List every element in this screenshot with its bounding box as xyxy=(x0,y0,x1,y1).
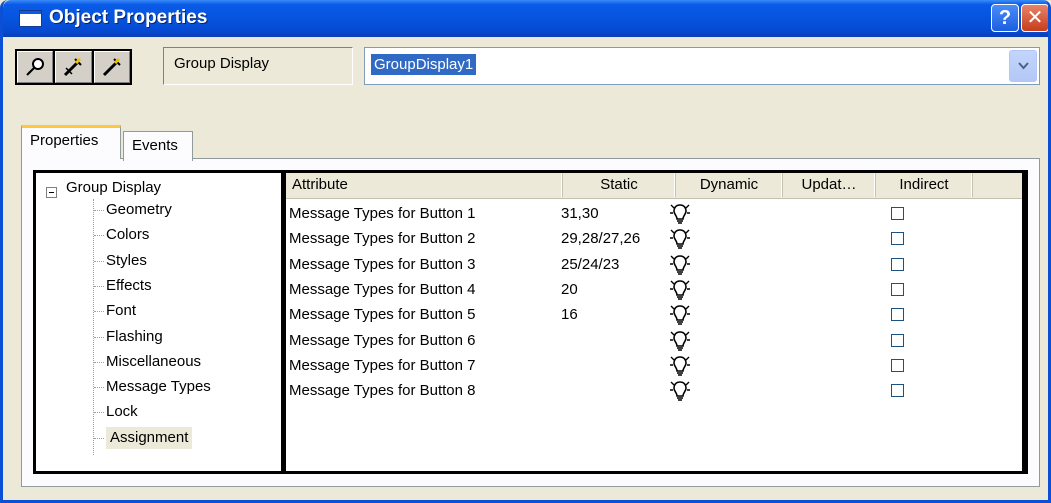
column-update[interactable]: Updat… xyxy=(783,173,876,197)
collapse-icon[interactable] xyxy=(46,187,57,198)
row-static[interactable]: 25/24/23 xyxy=(561,252,619,277)
tree-item[interactable]: Font xyxy=(106,300,136,322)
object-name-value: GroupDisplay1 xyxy=(371,54,477,75)
tab-events[interactable]: Events xyxy=(123,131,193,161)
lightbulb-icon[interactable] xyxy=(669,354,691,378)
indirect-checkbox[interactable] xyxy=(891,308,904,322)
properties-panel: Group Display Geometry Colors Styles Effect… xyxy=(21,158,1040,487)
row-static[interactable]: 29,28/27,26 xyxy=(561,226,640,251)
tree-connector xyxy=(94,412,104,414)
lightbulb-icon[interactable] xyxy=(669,303,691,327)
tree-item[interactable]: Lock xyxy=(106,401,138,423)
tree-item[interactable]: Flashing xyxy=(106,326,163,348)
pin-icon[interactable] xyxy=(17,51,54,83)
tree-item[interactable]: Miscellaneous xyxy=(106,351,201,373)
row-attribute: Message Types for Button 3 xyxy=(289,255,476,273)
grid-header: Attribute Static Dynamic Updat… Indirect xyxy=(286,173,1022,199)
row-attribute: Message Types for Button 4 xyxy=(289,280,476,298)
row-static[interactable]: 20 xyxy=(561,277,578,302)
column-attribute[interactable]: Attribute xyxy=(286,173,563,197)
indirect-checkbox[interactable] xyxy=(891,358,904,372)
pin-toolbar xyxy=(15,49,132,85)
column-static[interactable]: Static xyxy=(563,173,676,197)
row-attribute: Message Types for Button 7 xyxy=(289,356,476,374)
tree-connector xyxy=(94,437,104,439)
properties-frame: Group Display Geometry Colors Styles Effect… xyxy=(33,170,1028,474)
close-button[interactable]: ✕ xyxy=(1021,4,1048,32)
column-dynamic[interactable]: Dynamic xyxy=(676,173,783,197)
window-title: Object Properties xyxy=(49,7,208,28)
row-static[interactable]: 16 xyxy=(561,302,578,327)
column-indirect[interactable]: Indirect xyxy=(876,173,973,197)
object-name-select[interactable]: GroupDisplay1 xyxy=(364,47,1040,85)
tree-item[interactable]: Geometry xyxy=(106,199,172,221)
tree-connector xyxy=(93,199,94,455)
indirect-checkbox[interactable] xyxy=(891,232,904,246)
tab-properties[interactable]: Properties xyxy=(21,125,121,159)
tree-item[interactable]: Colors xyxy=(106,224,149,246)
splitter[interactable] xyxy=(282,173,285,471)
help-button[interactable]: ? xyxy=(991,4,1019,32)
row-attribute: Message Types for Button 1 xyxy=(289,205,476,222)
tree-connector xyxy=(94,235,104,237)
indirect-checkbox[interactable] xyxy=(891,207,904,220)
lightbulb-icon[interactable] xyxy=(669,278,691,302)
tree-item[interactable]: Assignment xyxy=(106,426,193,449)
chevron-down-icon[interactable] xyxy=(1009,50,1037,82)
window-icon xyxy=(19,10,42,27)
indirect-checkbox[interactable] xyxy=(891,282,904,296)
tree-item[interactable]: Message Types xyxy=(106,376,211,398)
row-attribute: Message Types for Button 5 xyxy=(289,306,476,324)
tree-connector xyxy=(94,387,104,389)
indirect-checkbox[interactable] xyxy=(891,257,904,271)
pin-edit-alt-icon[interactable] xyxy=(93,51,130,83)
row-attribute: Message Types for Button 6 xyxy=(289,331,476,349)
lightbulb-icon[interactable] xyxy=(669,329,691,353)
tree-connector xyxy=(94,260,104,262)
lightbulb-icon[interactable] xyxy=(669,202,691,226)
tree-item[interactable]: Styles xyxy=(106,250,147,272)
indirect-checkbox[interactable] xyxy=(891,384,904,398)
property-tree[interactable]: Group Display Geometry Colors Styles Effect… xyxy=(36,173,281,471)
row-attribute: Message Types for Button 2 xyxy=(289,230,476,248)
lightbulb-icon[interactable] xyxy=(669,227,691,251)
tree-connector xyxy=(94,311,104,313)
row-static[interactable]: 31,30 xyxy=(561,201,599,226)
object-properties-window: Object Properties ? ✕ Group Display Grou… xyxy=(0,0,1051,503)
lightbulb-icon[interactable] xyxy=(669,253,691,277)
tree-connector xyxy=(94,285,104,287)
lightbulb-icon[interactable] xyxy=(669,379,691,403)
object-type-field: Group Display xyxy=(163,47,353,85)
title-bar[interactable]: Object Properties ? ✕ xyxy=(3,0,1048,37)
pin-edit-icon[interactable] xyxy=(55,51,92,83)
row-attribute: Message Types for Button 8 xyxy=(289,382,476,400)
tree-item[interactable]: Effects xyxy=(106,275,152,297)
indirect-checkbox[interactable] xyxy=(891,333,904,347)
tree-connector xyxy=(94,210,104,211)
tree-connector xyxy=(94,336,104,338)
attribute-grid[interactable]: Attribute Static Dynamic Updat… Indirect… xyxy=(286,173,1022,471)
tree-connector xyxy=(94,361,104,363)
tree-root[interactable]: Group Display xyxy=(66,177,161,199)
